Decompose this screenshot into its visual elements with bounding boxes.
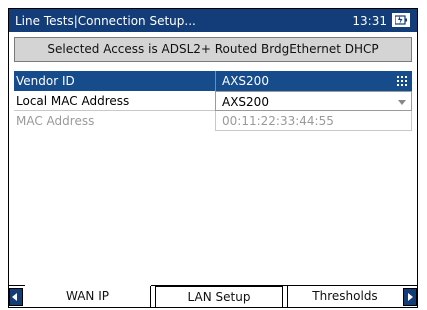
window-title: Line Tests|Connection Setup...	[15, 14, 196, 28]
vendor-id-field[interactable]: AXS200	[215, 71, 412, 91]
vendor-id-row[interactable]: Vendor ID AXS200	[14, 71, 412, 91]
keypad-grid-icon[interactable]	[397, 76, 407, 86]
connection-settings-grid: Vendor ID AXS200 Local MAC Address AXS20…	[14, 71, 412, 131]
mac-address-value: 00:11:22:33:44:55	[222, 114, 334, 128]
dropdown-caret-icon[interactable]	[398, 100, 406, 105]
scroll-right-arrow-icon[interactable]	[403, 288, 417, 306]
vendor-id-label: Vendor ID	[16, 74, 75, 88]
tab-lan-setup[interactable]: LAN Setup	[155, 286, 283, 307]
clock: 13:31	[352, 14, 387, 28]
tab-bar: WAN IP LAN Setup Thresholds	[9, 285, 417, 307]
title-bar: Line Tests|Connection Setup... 13:31	[9, 9, 417, 32]
mac-address-row: MAC Address 00:11:22:33:44:55	[14, 111, 412, 131]
selected-access-banner: Selected Access is ADSL2+ Routed BrdgEth…	[14, 37, 412, 62]
local-mac-address-row[interactable]: Local MAC Address AXS200	[14, 91, 412, 111]
scroll-left-arrow-icon[interactable]	[9, 288, 23, 306]
local-mac-address-value: AXS200	[222, 95, 269, 109]
mac-address-field: 00:11:22:33:44:55	[215, 111, 412, 131]
mac-address-label: MAC Address	[16, 114, 95, 128]
battery-charging-icon	[392, 13, 410, 27]
local-mac-address-label: Local MAC Address	[16, 94, 130, 108]
tab-wan-ip[interactable]: WAN IP	[25, 286, 151, 307]
device-screen: Line Tests|Connection Setup... 13:31 Sel…	[8, 8, 418, 308]
local-mac-address-select[interactable]: AXS200	[215, 91, 412, 111]
vendor-id-value: AXS200	[222, 74, 269, 88]
tab-thresholds[interactable]: Thresholds	[287, 286, 402, 307]
